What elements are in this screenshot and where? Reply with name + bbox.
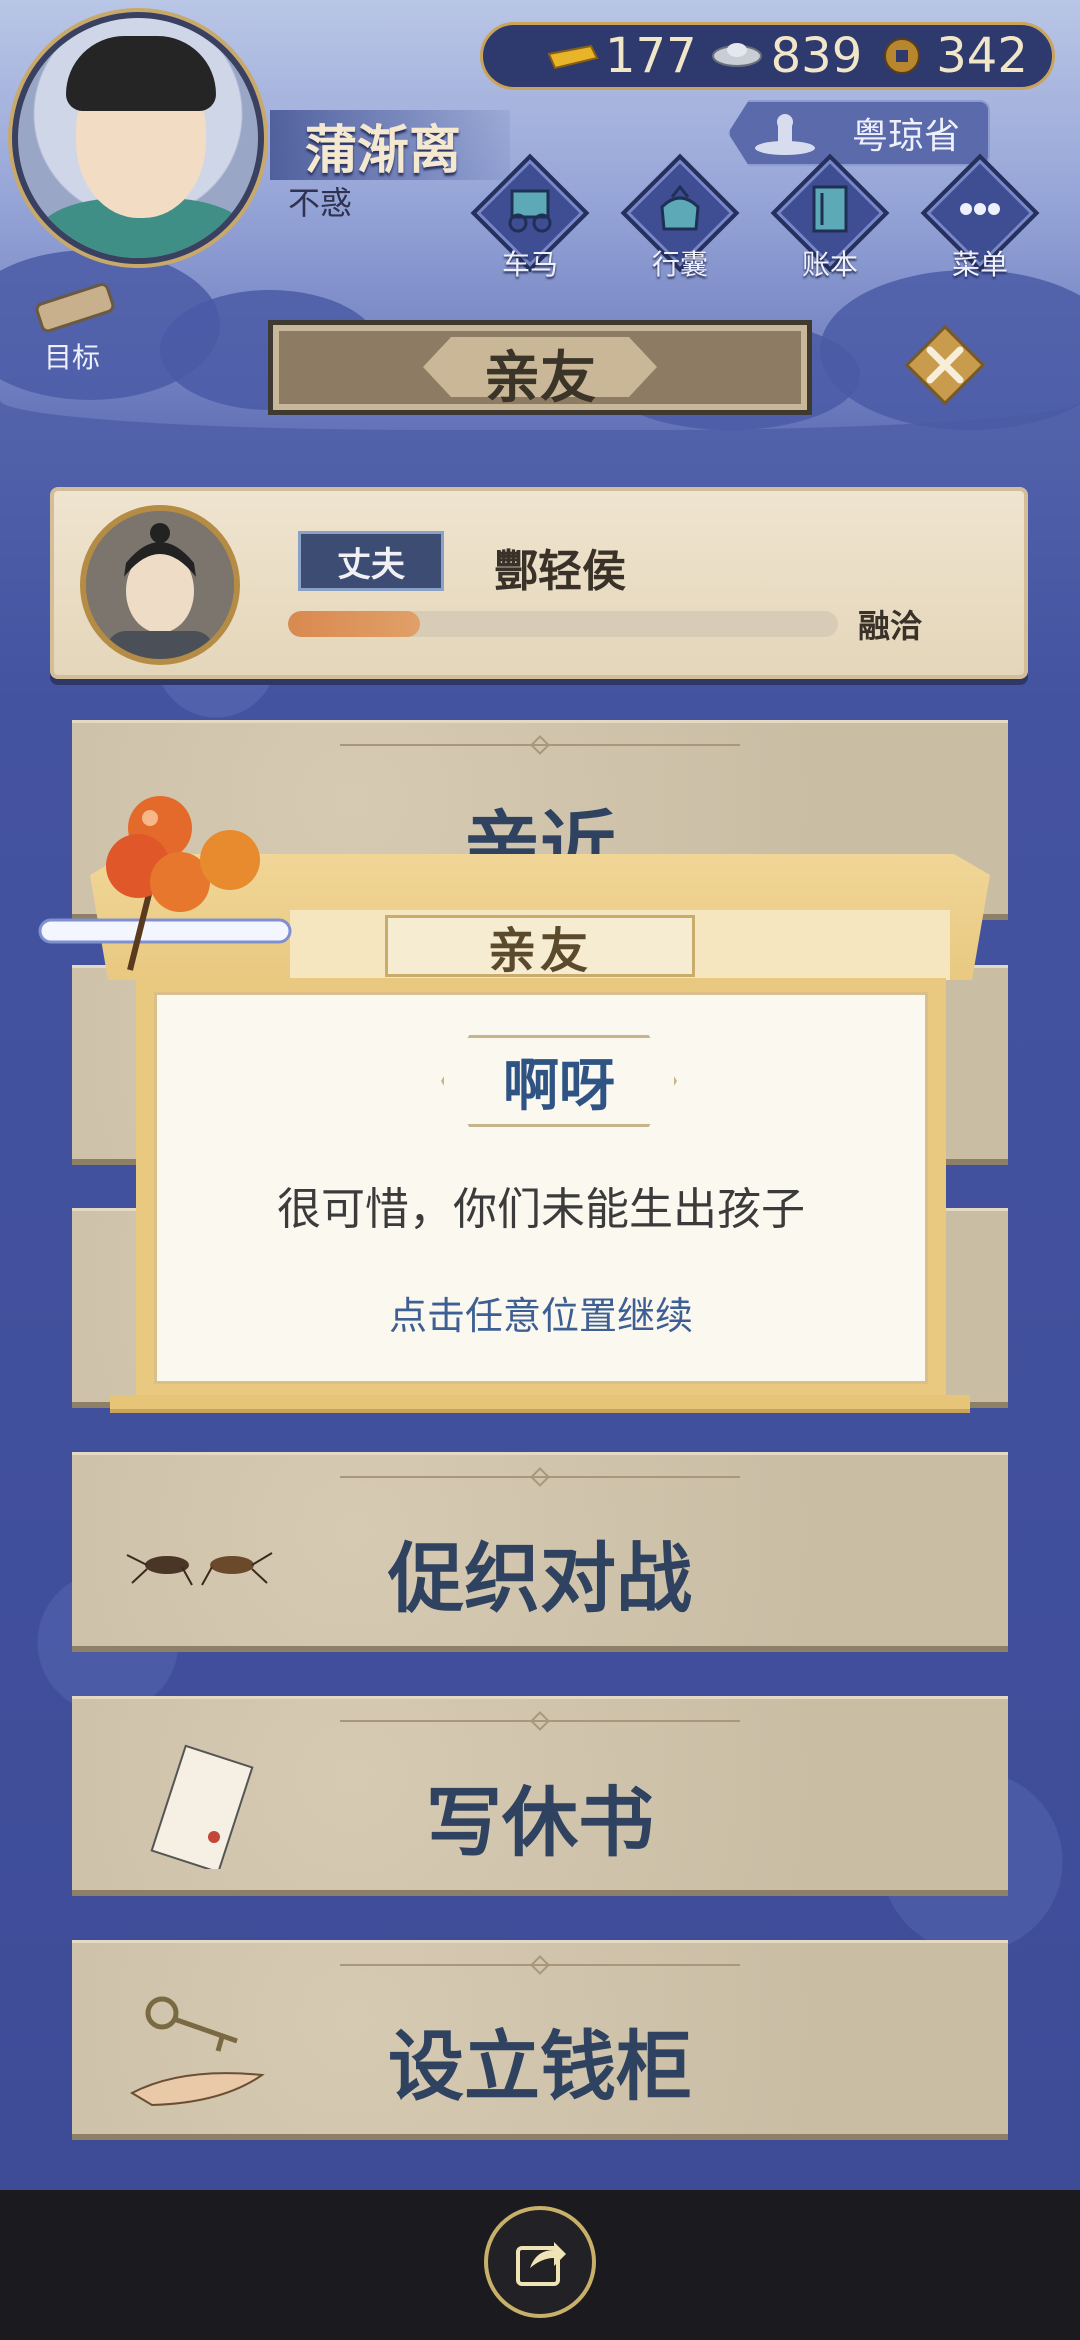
ledger-icon: [812, 185, 848, 233]
action-label: 设立钱柜: [388, 2022, 692, 2111]
affinity-fill: [288, 611, 420, 637]
menu-ledger-button[interactable]: 账本: [770, 153, 890, 285]
card-ornament: [340, 1467, 740, 1487]
popup-paper: 啊呀 很可惜，你们未能生出孩子 点击任意位置继续: [154, 992, 928, 1384]
popup-header-title: 亲友: [487, 923, 592, 979]
silver-value: 839: [770, 28, 863, 84]
goal-button[interactable]: 目标: [14, 280, 134, 380]
province-label: 粤琼省: [851, 116, 960, 157]
menu-carriage-button[interactable]: 车马: [470, 153, 590, 285]
popup-message: 很可惜，你们未能生出孩子: [277, 1184, 805, 1235]
carriage-icon: [508, 189, 552, 233]
card-ornament: [340, 1711, 740, 1731]
page-title: 亲友: [484, 346, 596, 411]
spouse-name: 酆轻侯: [494, 546, 626, 597]
more-icon: [960, 203, 1000, 215]
action-card-divorce[interactable]: 写休书: [72, 1696, 1008, 1896]
popup-continue-hint[interactable]: 点击任意位置继续: [157, 1285, 925, 1340]
affinity-label: 融洽: [858, 607, 923, 645]
province-button[interactable]: 粤琼省: [728, 100, 990, 166]
page-title-banner: 亲友: [268, 320, 812, 415]
action-card-cricket-fight[interactable]: 促织对战: [72, 1452, 1008, 1652]
menu-bundle-label: 行囊: [651, 248, 708, 281]
player-avatar[interactable]: [12, 12, 264, 264]
affinity-bar: [288, 611, 838, 637]
menu-more-button[interactable]: 菜单: [920, 153, 1040, 285]
coin-value: 342: [936, 28, 1028, 84]
popup-title-frame: 啊呀: [441, 1035, 677, 1127]
share-button[interactable]: [484, 2206, 596, 2318]
top-menu: 车马 行囊 账本 菜单: [470, 153, 1040, 285]
seal-icon: [755, 114, 815, 155]
currency-bar: 177 839 342: [480, 22, 1055, 90]
popup-header-tab: 亲友: [385, 915, 695, 979]
silver-counter: 839: [709, 28, 863, 84]
coin-counter: 342: [874, 28, 1028, 84]
menu-more-label: 菜单: [951, 248, 1008, 281]
avatar-hair: [66, 36, 216, 111]
menu-ledger-label: 账本: [801, 248, 858, 281]
bundle-icon: [660, 184, 700, 231]
popup-title: 啊呀: [503, 1053, 615, 1119]
popup-bottom-bar: [110, 1395, 970, 1413]
action-label: 写休书: [426, 1778, 654, 1867]
card-ornament: [340, 1955, 740, 1975]
card-ornament: [340, 735, 740, 755]
player-age-title: 不惑: [288, 184, 353, 222]
goal-label: 目标: [44, 341, 101, 374]
action-card-vault[interactable]: 设立钱柜: [72, 1940, 1008, 2140]
close-icon[interactable]: [900, 320, 990, 410]
silver-ingot-icon: [711, 43, 762, 67]
gold-counter: 177: [543, 28, 697, 84]
scroll-icon: [35, 283, 115, 333]
role-label: 丈夫: [337, 544, 405, 585]
spouse-portrait: [86, 511, 234, 659]
menu-carriage-label: 车马: [501, 248, 558, 281]
action-label: 促织对战: [388, 1534, 692, 1623]
popup-dialog[interactable]: 啊呀 很可惜，你们未能生出孩子 点击任意位置继续: [136, 978, 946, 1398]
role-badge: 丈夫: [298, 531, 444, 591]
gold-value: 177: [605, 28, 697, 84]
candied-haws-icon: [38, 796, 292, 971]
spouse-card[interactable]: 丈夫 酆轻侯 融洽: [50, 487, 1028, 679]
player-name: 蒲渐离: [305, 121, 462, 181]
menu-bundle-button[interactable]: 行囊: [620, 153, 740, 285]
copper-coin-icon: [884, 38, 921, 74]
spouse-avatar[interactable]: [80, 505, 240, 665]
gold-ingot-icon: [547, 44, 599, 70]
share-icon: [516, 2242, 566, 2286]
